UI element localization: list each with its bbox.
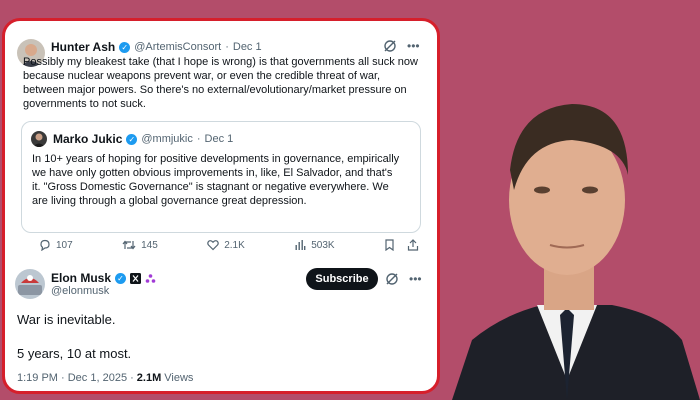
reply-timestamp[interactable]: 1:19 PM · Dec 1, 2025 ·: [17, 372, 134, 384]
tweet-author-name[interactable]: Hunter Ash: [51, 40, 115, 54]
reply-button[interactable]: 107: [39, 239, 73, 251]
reply-views-label: Views: [164, 372, 194, 384]
views-button[interactable]: 503K: [294, 239, 335, 251]
views-icon: [295, 240, 306, 250]
reply-text-line1: War is inevitable.: [17, 312, 116, 327]
elon-musk-avatar[interactable]: [15, 269, 45, 299]
repost-icon: [122, 240, 136, 250]
affiliate-icon: [145, 273, 156, 283]
verified-badge-icon: ✓: [119, 41, 131, 53]
separator: ·: [196, 133, 201, 145]
repost-count: 145: [141, 239, 158, 251]
reply-count: 107: [56, 239, 73, 251]
x-logo-icon: [130, 272, 142, 284]
repost-button[interactable]: 145: [122, 239, 158, 251]
views-count: 503K: [311, 239, 335, 251]
quoted-tweet[interactable]: Marko Jukic ✓ @mmjukic · Dec 1 In 10+ ye…: [21, 121, 421, 233]
marko-jukic-avatar: [31, 131, 47, 147]
subscribe-button[interactable]: Subscribe: [306, 268, 378, 290]
verified-badge-icon: ✓: [126, 133, 138, 145]
reply-views-count: 2.1M: [136, 372, 162, 384]
like-count: 2.1K: [224, 239, 245, 251]
reply-icon: [40, 239, 50, 251]
quote-text: In 10+ years of hoping for positive deve…: [32, 153, 400, 207]
quote-author-name: Marko Jukic: [53, 132, 123, 146]
separator: ·: [225, 41, 229, 53]
reply-author-name[interactable]: Elon Musk: [51, 271, 111, 285]
tweet-date[interactable]: Dec 1: [233, 41, 262, 53]
grok-icon[interactable]: [385, 272, 399, 286]
bookmark-icon[interactable]: [384, 239, 395, 251]
share-icon[interactable]: [407, 239, 419, 251]
tweet-author-handle[interactable]: @ArtemisConsort: [134, 41, 221, 53]
tweet-text: Possibly my bleakest take (that I hope i…: [23, 56, 418, 110]
more-icon[interactable]: •••: [409, 272, 422, 286]
reply-text-line2: 5 years, 10 at most.: [17, 346, 132, 361]
verified-badge-icon: ✓: [115, 272, 127, 284]
like-button[interactable]: 2.1K: [207, 239, 245, 251]
tweet-card: Hunter Ash ✓ @ArtemisConsort · Dec 1 •••…: [2, 18, 440, 394]
quote-date: Dec 1: [204, 133, 234, 145]
quote-author-handle: @mmjukic: [141, 133, 193, 145]
grok-icon[interactable]: [383, 39, 397, 53]
reply-author-handle[interactable]: @elonmusk: [51, 285, 109, 297]
like-icon: [207, 240, 219, 251]
more-icon[interactable]: •••: [407, 39, 420, 53]
portrait-photo: [452, 104, 700, 400]
